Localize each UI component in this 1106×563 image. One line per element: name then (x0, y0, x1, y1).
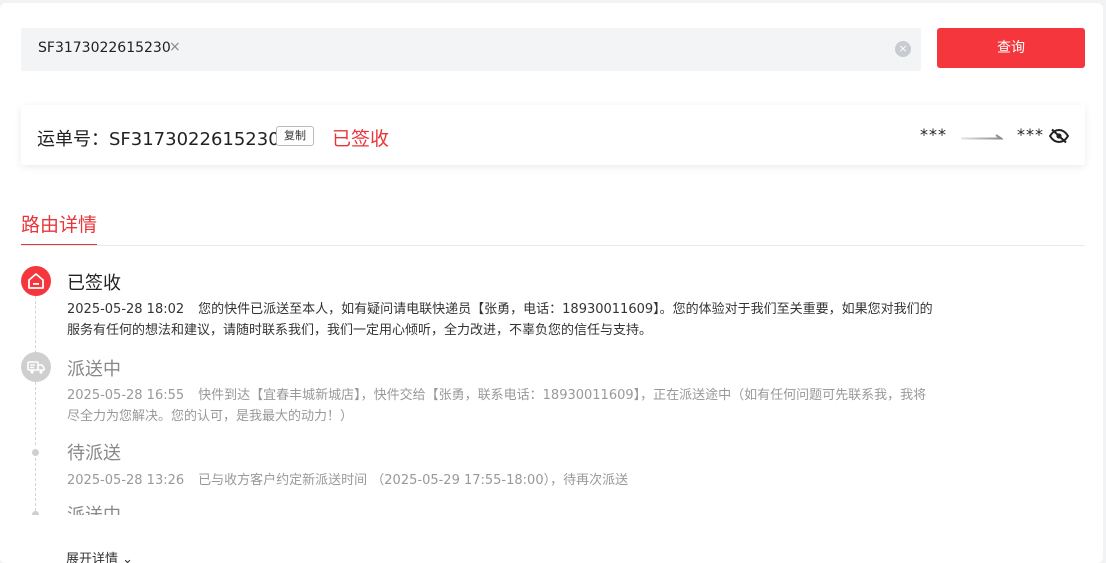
timeline-text: 已与收方客户约定新派送时间 （2025-05-29 17:55-18:00），待… (198, 473, 629, 488)
waybill-summary: 运单号：SF3173022615230 复制 已签收 *** *** (21, 105, 1085, 165)
timeline-connector (35, 377, 36, 445)
timeline-title: 已签收 (67, 273, 121, 294)
timeline-description: 2025-05-28 18:02 您的快件已派送至本人，如有疑问请电联快递员【张勇… (67, 299, 937, 341)
truck-icon (21, 352, 51, 382)
status-badge: 已签收 (332, 128, 390, 150)
timeline-title: 派送中 (67, 359, 121, 380)
timeline-connector (35, 291, 36, 353)
tab-route-details[interactable]: 路由详情 (21, 210, 98, 246)
chevron-down-icon: ⌄ (122, 552, 134, 563)
timeline-time: 2025-05-28 16:55 (67, 388, 185, 403)
timeline-time: 2025-05-28 13:26 (67, 473, 185, 488)
query-button[interactable]: 查询 (937, 28, 1085, 68)
expand-label: 展开详情 (66, 552, 119, 563)
tracking-card: SF3173022615230 × × 查询 运单号：SF31730226152… (0, 3, 1103, 563)
tab-divider (21, 245, 1085, 246)
search-input[interactable]: SF3173022615230 × × (21, 28, 921, 71)
home-icon (21, 266, 51, 296)
timeline-connector (35, 453, 36, 511)
timeline-text: 快件到达【宜春丰城新城店】，快件交给【张勇，联系电话：18930011609】，… (67, 388, 927, 424)
origin-city: *** (920, 125, 947, 144)
destination-city: *** (1017, 125, 1044, 144)
copy-button[interactable]: 复制 (276, 126, 314, 146)
hidden-eye-icon[interactable] (1049, 128, 1069, 144)
route-arrow-icon (961, 134, 1003, 140)
timeline-description: 2025-05-28 13:26 已与收方客户约定新派送时间 （2025-05-2… (67, 470, 937, 491)
waybill-number: 运单号：SF3173022615230 (37, 129, 280, 150)
clear-search-icon[interactable]: × (895, 41, 911, 57)
timeline-time: 2025-05-28 18:02 (67, 302, 185, 317)
remove-tag-icon[interactable]: × (169, 39, 181, 55)
timeline-dot (32, 449, 39, 456)
timeline-text: 您的快件已派送至本人，如有疑问请电联快递员【张勇，电话：18930011609】… (67, 302, 933, 338)
timeline-title: 待派送 (67, 443, 121, 464)
timeline-description: 2025-05-28 16:55 快件到达【宜春丰城新城店】，快件交给【张勇，联系… (67, 385, 937, 427)
search-tag-value: SF3173022615230 (38, 40, 171, 56)
